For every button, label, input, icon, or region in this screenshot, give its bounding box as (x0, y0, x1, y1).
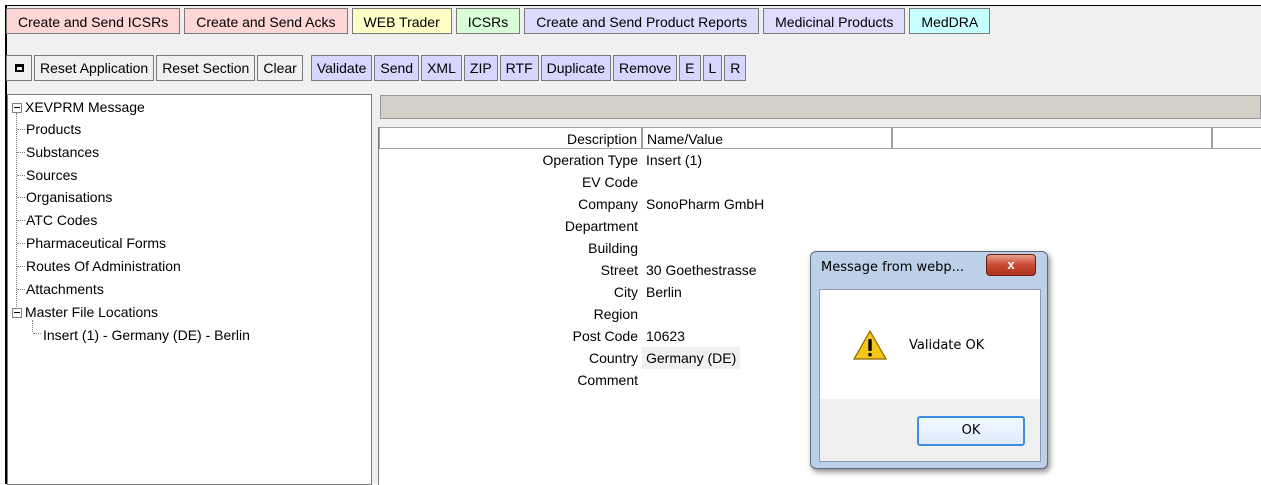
tree-item-pharmaceutical-forms[interactable]: Pharmaceutical Forms (26, 233, 166, 253)
field-value-company[interactable]: SonoPharm GmbH (642, 193, 768, 215)
field-label-city: City (613, 284, 638, 300)
tree-item-routes-of-administration[interactable]: Routes Of Administration (26, 256, 181, 276)
column-header-empty[interactable] (1212, 127, 1261, 149)
field-label-building: Building (588, 240, 638, 256)
tab-meddra[interactable]: MedDRA (909, 8, 991, 34)
reset-application-button[interactable]: Reset Application (34, 55, 155, 81)
collapse-icon[interactable] (12, 308, 22, 318)
column-header-description[interactable]: Description (379, 127, 642, 149)
detail-toolbar-strip (380, 95, 1261, 119)
maximize-button[interactable] (6, 55, 32, 81)
send-button[interactable]: Send (374, 55, 420, 81)
tab-create-send-product-reports[interactable]: Create and Send Product Reports (524, 8, 760, 34)
tree-root-xevprm-message[interactable]: XEVPRM Message (25, 97, 145, 117)
column-header-name-value[interactable]: Name/Value (642, 127, 892, 149)
e-button[interactable]: E (679, 55, 701, 81)
tree-item-attachments[interactable]: Attachments (26, 279, 104, 299)
tree-item-products[interactable]: Products (26, 119, 81, 139)
field-value-ev-code[interactable] (642, 171, 650, 193)
tree-item-substances[interactable]: Substances (26, 142, 99, 162)
field-value-comment[interactable] (642, 369, 650, 391)
field-value-building[interactable] (642, 237, 650, 259)
field-value-post-code[interactable]: 10623 (642, 325, 689, 347)
close-icon: x (1007, 257, 1015, 272)
dialog-body: Validate OK (819, 289, 1041, 401)
xml-button[interactable]: XML (421, 55, 462, 81)
ok-button[interactable]: OK (917, 416, 1025, 446)
dialog-footer: OK (819, 399, 1041, 462)
field-label-country: Country (588, 350, 638, 366)
duplicate-button[interactable]: Duplicate (540, 55, 612, 81)
field-label-department: Department (564, 218, 638, 234)
maximize-icon (14, 64, 24, 72)
collapse-icon[interactable] (12, 103, 22, 113)
remove-button[interactable]: Remove (613, 55, 678, 81)
field-value-operation-type[interactable]: Insert (1) (642, 149, 706, 171)
tree-item-sources[interactable]: Sources (26, 165, 77, 185)
clear-button[interactable]: Clear (257, 55, 303, 81)
tab-create-send-icsrs[interactable]: Create and Send ICSRs (6, 8, 181, 34)
rtf-button[interactable]: RTF (499, 55, 539, 81)
r-button[interactable]: R (724, 55, 747, 81)
tree-item-master-file-locations[interactable]: Master File Locations (25, 302, 158, 322)
l-button[interactable]: L (702, 55, 723, 81)
reset-section-button[interactable]: Reset Section (156, 55, 256, 81)
zip-button[interactable]: ZIP (463, 55, 498, 81)
field-label-street: Street (600, 262, 638, 278)
tree-panel: XEVPRM Message Products Substances Sourc… (7, 94, 372, 485)
warning-icon (853, 330, 887, 360)
dialog-close-button[interactable]: x (986, 254, 1036, 276)
column-header-empty[interactable] (892, 127, 1212, 149)
field-label-operation-type: Operation Type (542, 152, 638, 168)
toolbar: Reset Application Reset Section Clear Va… (6, 53, 748, 83)
tree-item-atc-codes[interactable]: ATC Codes (26, 210, 97, 230)
tab-medicinal-products[interactable]: Medicinal Products (763, 8, 906, 34)
module-tabs: Create and Send ICSRs Create and Send Ac… (6, 8, 994, 36)
tab-icsrs[interactable]: ICSRs (455, 8, 521, 34)
dialog-title: Message from webp... (821, 260, 965, 275)
field-value-city[interactable]: Berlin (642, 281, 686, 303)
tab-web-trader[interactable]: WEB Trader (351, 8, 452, 34)
validate-button[interactable]: Validate (310, 55, 373, 81)
field-label-company: Company (578, 196, 638, 212)
field-value-region[interactable] (642, 303, 650, 325)
tab-create-send-acks[interactable]: Create and Send Acks (184, 8, 348, 34)
tree-item-master-file-location-entry[interactable]: Insert (1) - Germany (DE) - Berlin (43, 325, 250, 345)
field-value-street[interactable]: 30 Goethestrasse (642, 259, 761, 281)
dialog-message: Validate OK (909, 338, 985, 353)
field-label-region: Region (593, 306, 638, 322)
field-label-ev-code: EV Code (581, 174, 638, 190)
field-label-comment: Comment (577, 372, 638, 388)
field-label-post-code: Post Code (572, 328, 638, 344)
field-value-department[interactable] (642, 215, 650, 237)
field-value-country[interactable]: Germany (DE) (642, 347, 741, 369)
message-dialog: Message from webp... x Validate OK OK (810, 251, 1048, 469)
tree-item-organisations[interactable]: Organisations (26, 187, 112, 207)
